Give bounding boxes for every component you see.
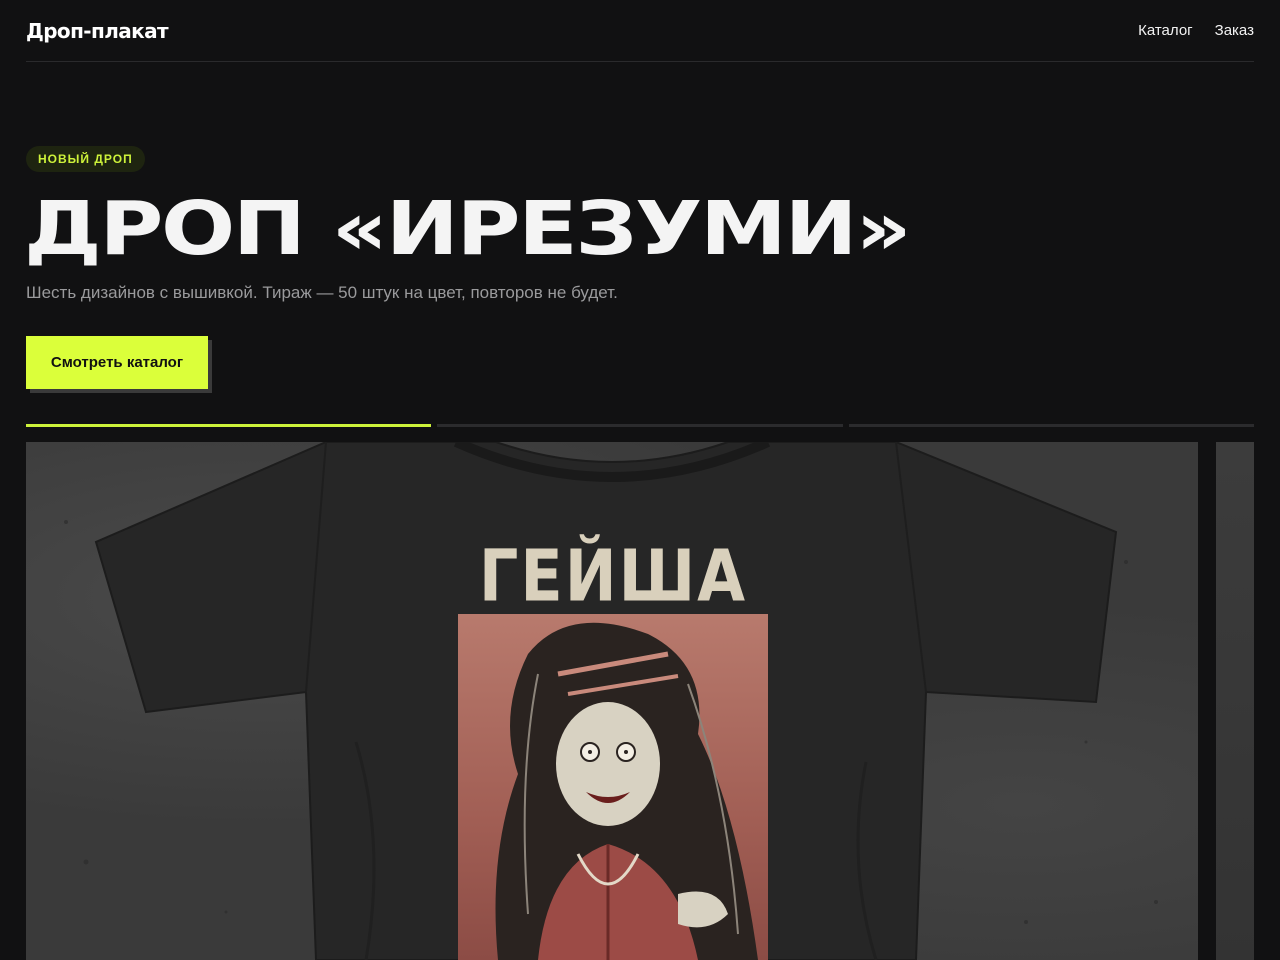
progress-fill-1 bbox=[26, 424, 432, 427]
hero-title: ДРОП «ИРЕЗУМИ» bbox=[24, 186, 912, 272]
carousel-progress-segment-2[interactable] bbox=[437, 424, 843, 427]
carousel-progress-segment-3[interactable] bbox=[848, 424, 1254, 427]
view-catalog-button[interactable]: Смотреть каталог bbox=[26, 336, 208, 389]
site-logo[interactable]: Дроп-плакат bbox=[26, 19, 169, 43]
nav-link-catalog[interactable]: Каталог bbox=[1138, 22, 1193, 39]
hero-subtitle: Шесть дизайнов с вышивкой. Тираж — 50 шт… bbox=[26, 283, 618, 302]
geisha-illustration bbox=[495, 622, 758, 960]
carousel-slide-next[interactable] bbox=[1216, 442, 1254, 960]
nav-link-order[interactable]: Заказ bbox=[1215, 22, 1254, 39]
carousel-progress-segment-1[interactable] bbox=[26, 424, 432, 427]
carousel-progress bbox=[26, 424, 1254, 428]
carousel-slide-active[interactable]: ГЕЙША bbox=[26, 442, 1198, 960]
main-nav: Каталог Заказ bbox=[1138, 22, 1254, 39]
print-title: ГЕЙША bbox=[478, 534, 748, 618]
new-drop-badge: НОВЫЙ ДРОП bbox=[26, 146, 145, 172]
print-illustration bbox=[458, 614, 768, 960]
tshirt-print: ГЕЙША bbox=[458, 534, 768, 960]
site-header: Дроп-плакат Каталог Заказ bbox=[26, 0, 1254, 62]
page: Дроп-плакат Каталог Заказ НОВЫЙ ДРОП ДРО… bbox=[0, 0, 1280, 960]
